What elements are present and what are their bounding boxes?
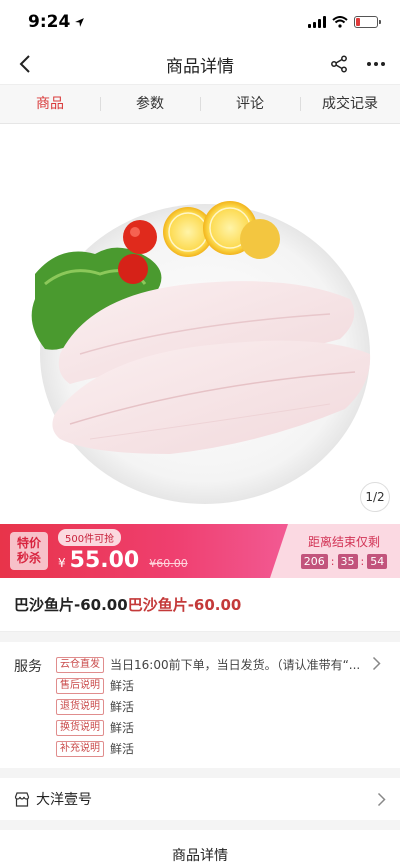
tab-transactions[interactable]: 成交记录 — [300, 84, 400, 124]
gallery-pager: 1/2 — [360, 482, 390, 512]
detail-section-header: 商品详情 — [0, 830, 400, 865]
product-name-part1: 巴沙鱼片-60.00 — [14, 596, 128, 614]
countdown-timer: 206: 35: 54 — [300, 554, 388, 569]
tab-reviews[interactable]: 评论 — [200, 84, 300, 124]
sale-price: 55.00 — [69, 548, 140, 573]
clock-text: 9:24 — [28, 12, 71, 32]
product-name: 巴沙鱼片-60.00 巴沙鱼片-60.00 — [0, 578, 400, 632]
service-text: 鲜活 — [110, 721, 135, 735]
original-price: ¥60.00 — [149, 557, 188, 570]
service-row: 换货说明 鲜活 — [56, 717, 372, 738]
product-name-part2: 巴沙鱼片-60.00 — [127, 596, 242, 614]
status-time: 9:24 — [28, 12, 85, 32]
shop-name: 大洋壹号 — [36, 792, 92, 808]
countdown-seconds: 54 — [367, 554, 388, 569]
detail-label: 商品详情 — [172, 847, 228, 864]
service-text: 鲜活 — [110, 742, 135, 756]
service-tag: 售后说明 — [56, 677, 104, 694]
tab-goods[interactable]: 商品 — [0, 84, 100, 124]
product-detail-page: 9:24 商品详情 商品 参数 评论 成交记录 1/2 特价 秒杀 500件可抢… — [0, 0, 400, 865]
badge-line1: 特价 — [16, 536, 41, 550]
service-row: 补充说明 鲜活 — [56, 738, 372, 759]
service-text: 鲜活 — [110, 700, 135, 714]
back-button[interactable] — [14, 53, 36, 75]
flash-sale-badge: 特价 秒杀 — [10, 532, 48, 570]
countdown-hours: 206 — [300, 554, 328, 569]
service-tag: 退货说明 — [56, 698, 104, 715]
countdown-panel: 距离结束仅剩 206: 35: 54 — [270, 524, 400, 578]
shop-row[interactable]: 大洋壹号 — [0, 778, 400, 820]
location-arrow-icon — [75, 17, 85, 27]
service-row: 售后说明 鲜活 — [56, 675, 372, 696]
service-text: 鲜活 — [110, 679, 135, 693]
tab-params[interactable]: 参数 — [100, 84, 200, 124]
flash-sale-bar: 特价 秒杀 500件可抢 ¥ 55.00 ¥60.00 距离结束仅剩 206: … — [0, 524, 400, 578]
badge-line2: 秒杀 — [16, 551, 41, 565]
more-icon[interactable] — [366, 61, 386, 67]
service-label: 服务 — [14, 659, 42, 675]
status-bar: 9:24 — [0, 0, 400, 44]
countdown-label: 距离结束仅剩 — [307, 535, 380, 549]
nav-header: 商品详情 — [0, 44, 400, 84]
product-image — [31, 201, 371, 504]
share-icon[interactable] — [330, 55, 348, 73]
service-tag: 补充说明 — [56, 740, 104, 757]
service-row: 云仓直发 当日16:00前下单，当日发货。（请认准带有“... — [56, 654, 372, 675]
detail-tabs: 商品 参数 评论 成交记录 — [0, 84, 400, 124]
signal-icon — [308, 16, 326, 28]
currency-symbol: ¥ — [58, 556, 66, 570]
battery-icon — [354, 16, 381, 28]
chevron-right-icon — [377, 792, 386, 806]
service-row: 退货说明 鲜活 — [56, 696, 372, 717]
stock-limit: 500件可抢 — [58, 529, 122, 546]
service-tag: 云仓直发 — [56, 656, 104, 673]
back-icon — [19, 55, 30, 73]
chevron-right-icon — [372, 656, 381, 671]
service-tag: 换货说明 — [56, 719, 104, 736]
countdown-minutes: 35 — [337, 554, 358, 569]
service-text: 当日16:00前下单，当日发货。（请认准带有“... — [110, 658, 361, 672]
wifi-icon — [332, 16, 348, 28]
shop-icon — [14, 791, 30, 807]
service-section[interactable]: 服务 云仓直发 当日16:00前下单，当日发货。（请认准带有“... 售后说明 … — [0, 642, 400, 768]
product-gallery[interactable]: 1/2 — [0, 124, 400, 524]
